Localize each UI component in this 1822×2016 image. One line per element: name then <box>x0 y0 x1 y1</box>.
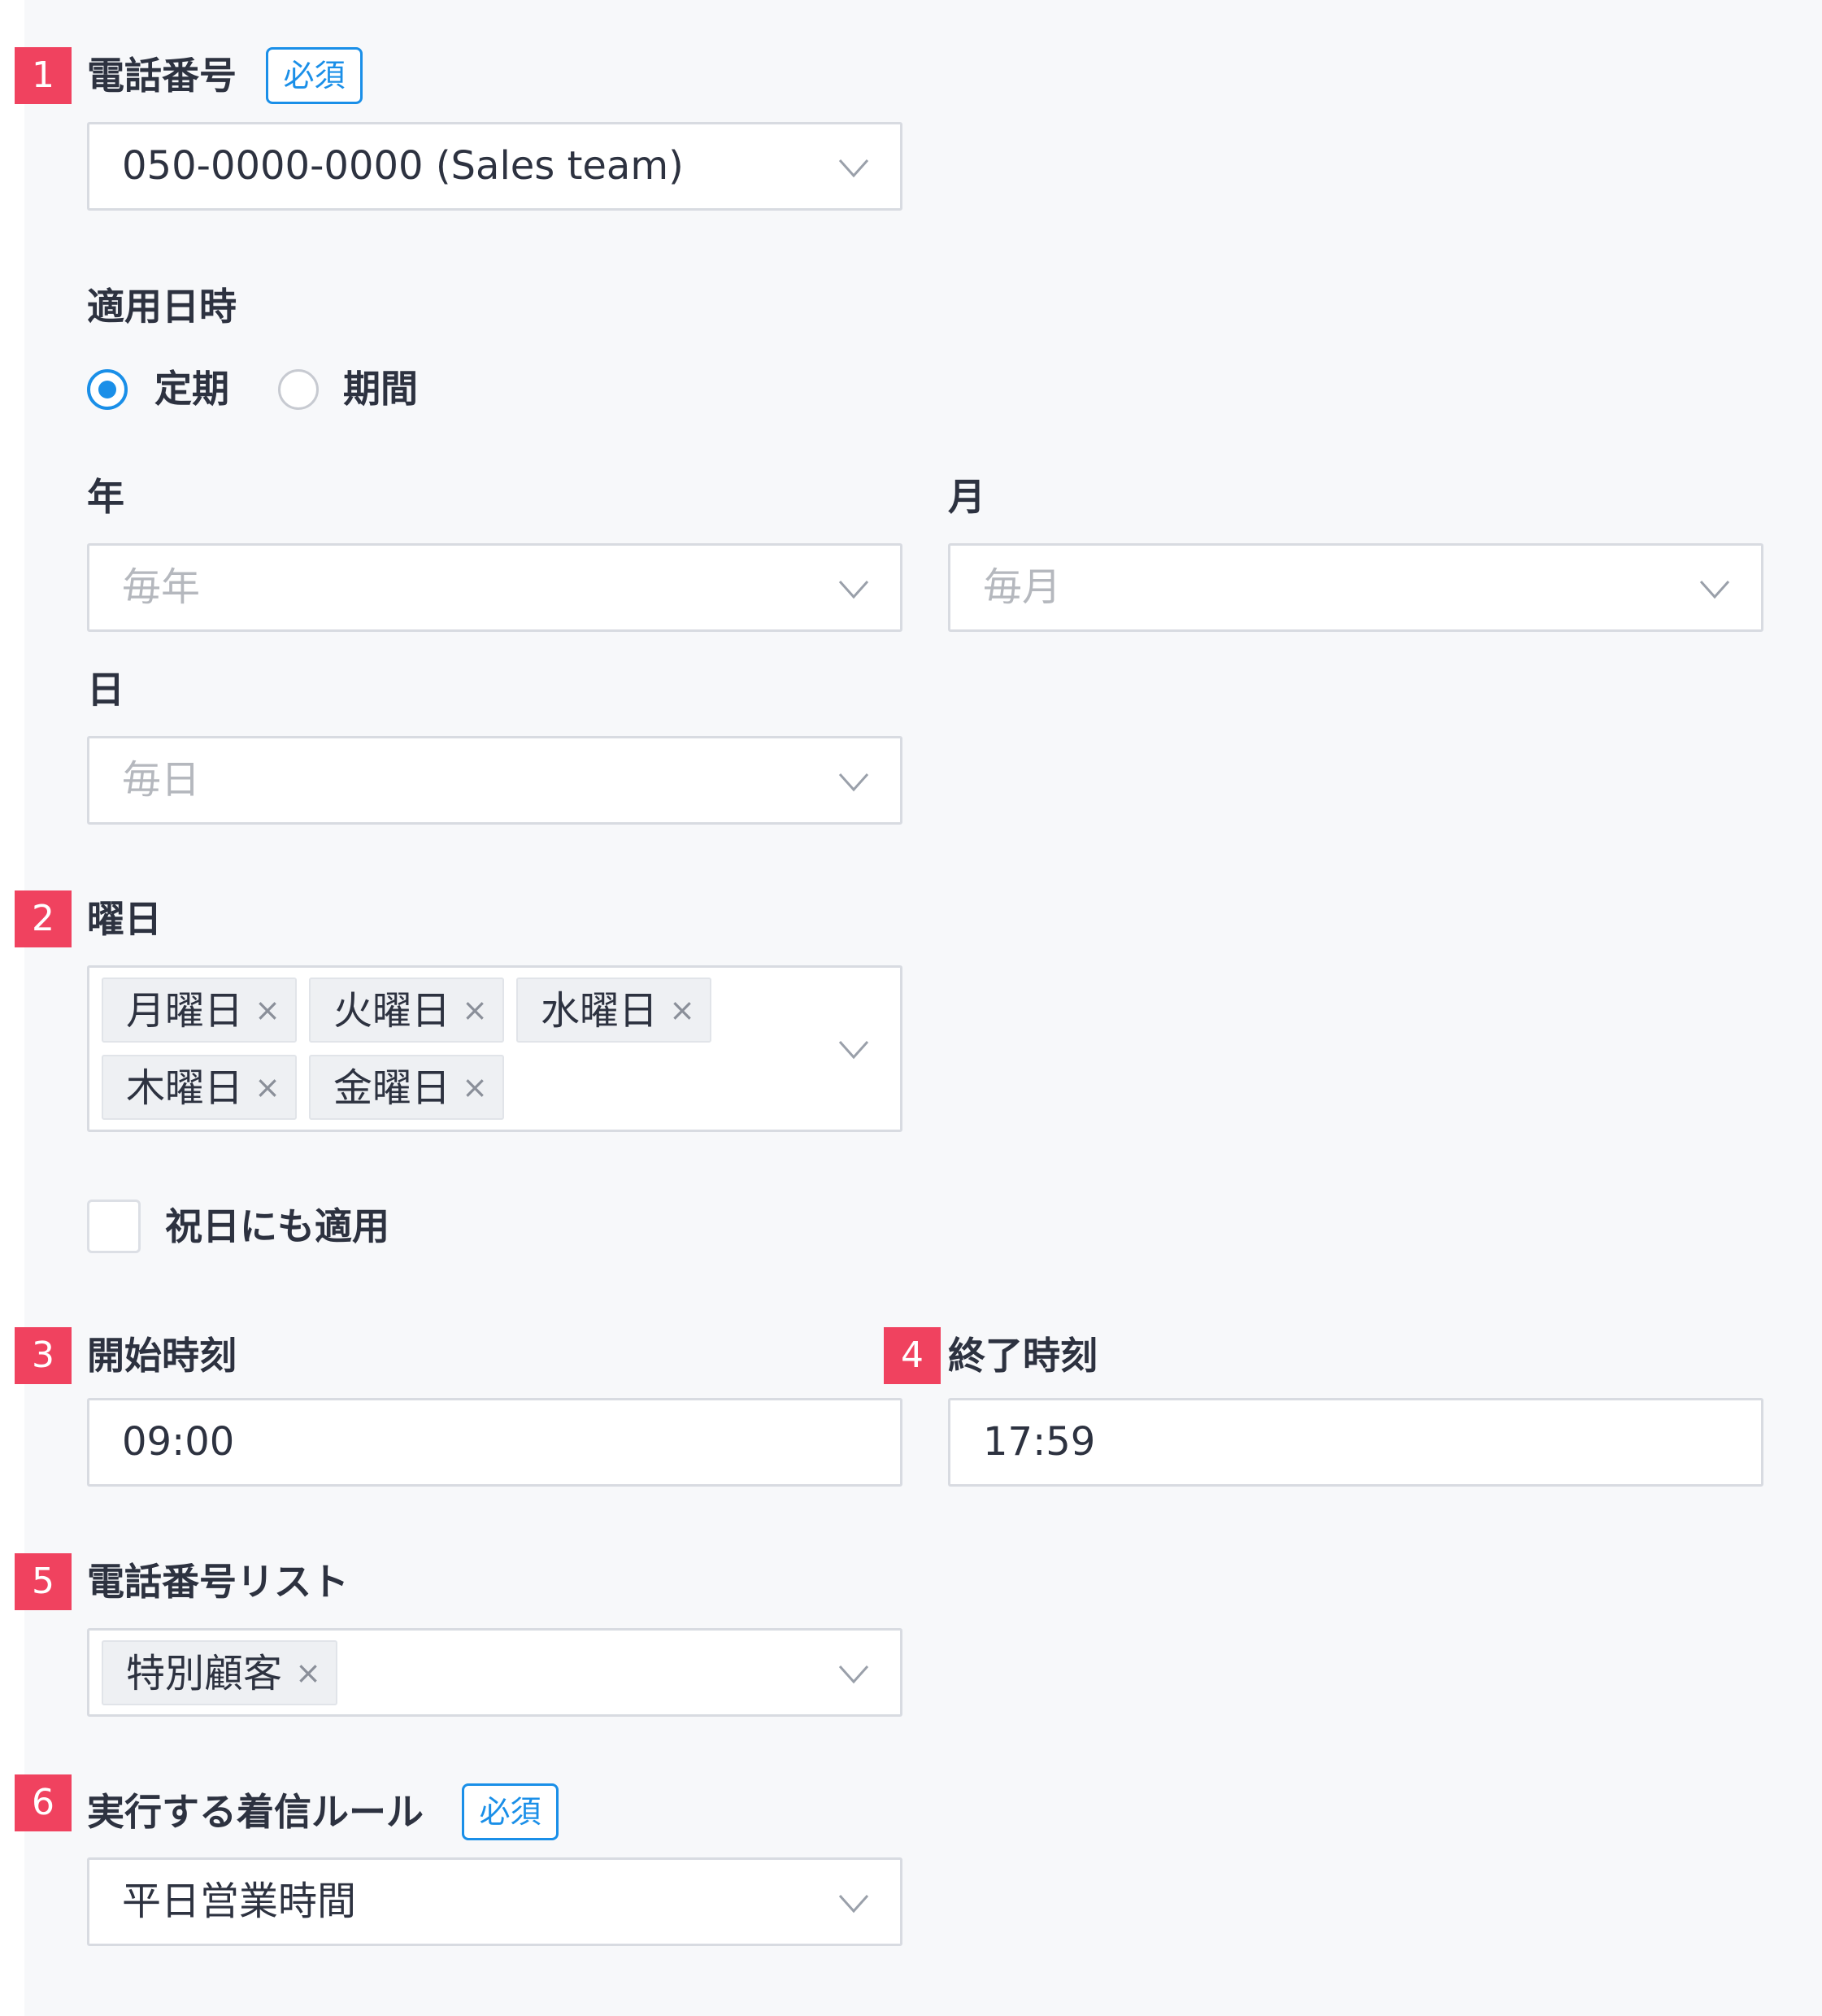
weekday-label: 曜日 <box>87 897 162 941</box>
step-badge-3: 3 <box>15 1327 72 1384</box>
phone-list-label: 電話番号リスト <box>87 1560 349 1604</box>
phone-number-select[interactable]: 050-0000-0000 (Sales team) <box>87 122 902 211</box>
weekday-multiselect[interactable]: 月曜日 × 火曜日 × 水曜日 × 木曜日 × 金曜日 × <box>87 965 902 1132</box>
required-badge: 必須 <box>266 47 363 104</box>
tag-label: 水曜日 <box>541 988 659 1034</box>
radio-range-label: 期間 <box>343 367 418 411</box>
tag-wednesday: 水曜日 × <box>516 978 711 1043</box>
tag-label: 特別顧客 <box>126 1651 283 1696</box>
start-time-value: 09:00 <box>122 1419 235 1465</box>
required-badge: 必須 <box>462 1783 559 1840</box>
chevron-down-icon <box>1699 579 1730 600</box>
chevron-down-icon <box>838 1039 869 1060</box>
month-select[interactable]: 毎月 <box>948 543 1763 632</box>
tag-label: 月曜日 <box>126 988 244 1034</box>
remove-icon[interactable]: × <box>254 1056 280 1118</box>
tag-monday: 月曜日 × <box>102 978 297 1043</box>
step-badge-2: 2 <box>15 890 72 947</box>
month-placeholder: 毎月 <box>983 564 1062 610</box>
holiday-label: 祝日にも適用 <box>165 1204 389 1248</box>
start-time-input[interactable]: 09:00 <box>87 1398 902 1487</box>
chevron-down-icon <box>838 772 869 793</box>
tag-label: 火曜日 <box>333 988 451 1034</box>
rule-select[interactable]: 平日営業時間 <box>87 1857 902 1946</box>
remove-icon[interactable]: × <box>254 979 280 1041</box>
year-label: 年 <box>87 475 124 519</box>
holiday-checkbox[interactable] <box>87 1200 141 1253</box>
remove-icon[interactable]: × <box>462 1056 488 1118</box>
tag-label: 木曜日 <box>126 1065 244 1111</box>
rule-label: 実行する着信ルール <box>87 1790 424 1834</box>
month-label: 月 <box>948 475 985 519</box>
apply-datetime-label: 適用日時 <box>87 285 237 329</box>
step-badge-5: 5 <box>15 1553 72 1610</box>
end-time-value: 17:59 <box>983 1419 1096 1465</box>
radio-periodic[interactable] <box>87 369 128 410</box>
remove-icon[interactable]: × <box>295 1642 321 1704</box>
tag-special-customer: 特別顧客 × <box>102 1640 337 1705</box>
step-badge-1: 1 <box>15 47 72 104</box>
year-select[interactable]: 毎年 <box>87 543 902 632</box>
day-select[interactable]: 毎日 <box>87 736 902 825</box>
step-badge-4: 4 <box>884 1327 941 1384</box>
start-time-label: 開始時刻 <box>87 1334 237 1378</box>
chevron-down-icon <box>838 1664 869 1685</box>
chevron-down-icon <box>838 1893 869 1914</box>
tag-friday: 金曜日 × <box>309 1055 504 1120</box>
chevron-down-icon <box>838 158 869 179</box>
radio-range[interactable] <box>278 369 319 410</box>
year-placeholder: 毎年 <box>122 564 201 610</box>
tag-tuesday: 火曜日 × <box>309 978 504 1043</box>
end-time-label: 終了時刻 <box>948 1334 1098 1378</box>
phone-number-label: 電話番号 <box>87 54 237 98</box>
remove-icon[interactable]: × <box>669 979 695 1041</box>
radio-periodic-label: 定期 <box>154 367 229 411</box>
remove-icon[interactable]: × <box>462 979 488 1041</box>
phone-list-multiselect[interactable]: 特別顧客 × <box>87 1628 902 1717</box>
phone-number-value: 050-0000-0000 (Sales team) <box>122 143 684 189</box>
tag-thursday: 木曜日 × <box>102 1055 297 1120</box>
rule-value: 平日営業時間 <box>122 1879 357 1924</box>
end-time-input[interactable]: 17:59 <box>948 1398 1763 1487</box>
day-placeholder: 毎日 <box>122 757 201 803</box>
tag-label: 金曜日 <box>333 1065 451 1111</box>
chevron-down-icon <box>838 579 869 600</box>
day-label: 日 <box>87 668 124 712</box>
step-badge-6: 6 <box>15 1774 72 1831</box>
